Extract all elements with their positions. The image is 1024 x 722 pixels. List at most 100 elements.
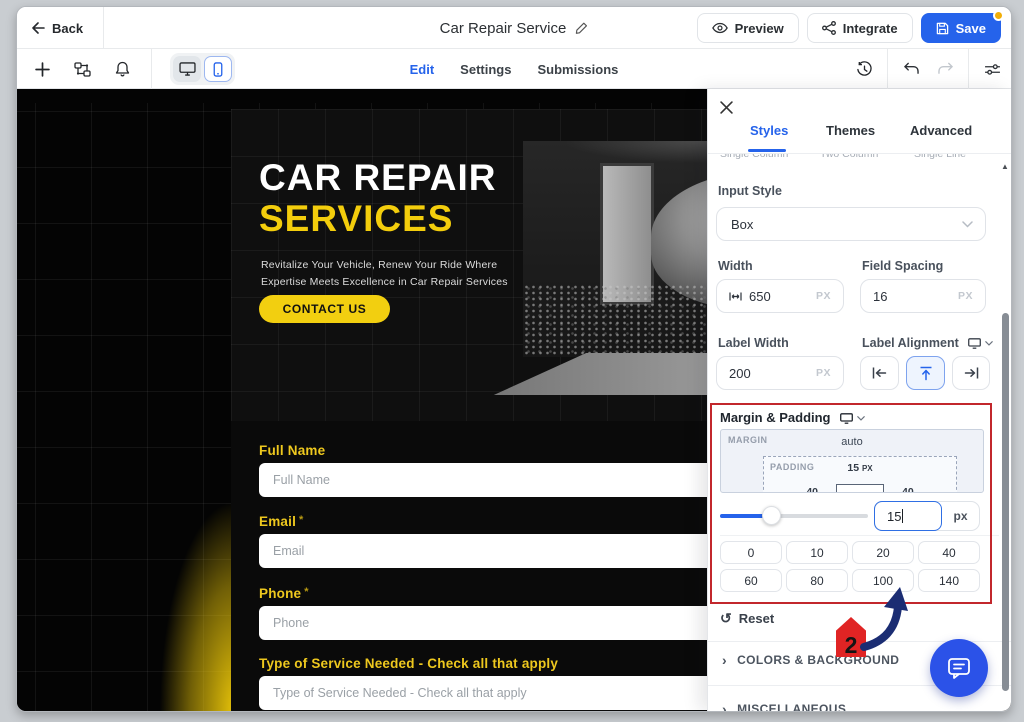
slider-thumb[interactable] bbox=[762, 506, 781, 525]
panel-scrollbar-thumb[interactable] bbox=[1002, 313, 1009, 691]
width-input[interactable]: 650 PX bbox=[716, 279, 844, 313]
preset-60-button[interactable]: 60 bbox=[720, 569, 782, 592]
tab-submissions[interactable]: Submissions bbox=[537, 62, 618, 77]
field-spacing-label: Field Spacing bbox=[862, 259, 943, 273]
project-title-text: Car Repair Service bbox=[440, 20, 567, 37]
preview-button[interactable]: Preview bbox=[697, 13, 799, 43]
logic-flow-button[interactable] bbox=[71, 58, 93, 80]
device-preview-toggle bbox=[170, 53, 235, 85]
chat-support-button[interactable] bbox=[930, 639, 988, 697]
undo-button[interactable] bbox=[900, 58, 922, 80]
miscellaneous-section[interactable]: › MISCELLANEOUS bbox=[722, 701, 846, 712]
tab-edit[interactable]: Edit bbox=[410, 62, 435, 77]
layout-option[interactable]: Single Column bbox=[720, 154, 788, 160]
back-label: Back bbox=[52, 21, 83, 36]
save-floppy-icon bbox=[936, 22, 949, 35]
chevron-right-icon: › bbox=[722, 652, 727, 668]
reset-button[interactable]: ↺ Reset bbox=[720, 610, 774, 627]
colors-background-section[interactable]: › COLORS & BACKGROUND bbox=[722, 652, 899, 668]
back-button[interactable]: Back bbox=[31, 16, 83, 40]
label-width-value: 200 bbox=[729, 366, 751, 381]
margin-top-value[interactable]: auto bbox=[721, 436, 983, 448]
margin-padding-diagram[interactable]: MARGIN auto PADDING 15 PX 40 40 bbox=[720, 429, 984, 493]
toolbar-left-group bbox=[31, 49, 235, 89]
panel-divider bbox=[720, 535, 999, 536]
align-left-button[interactable] bbox=[860, 356, 899, 390]
clipped-layout-options: Single Column Two Column Single Line bbox=[708, 154, 1001, 167]
layout-option[interactable]: Two Column bbox=[820, 154, 878, 160]
add-element-button[interactable] bbox=[31, 58, 53, 80]
required-mark: * bbox=[304, 586, 308, 598]
scroll-up-arrow[interactable]: ▲ bbox=[1001, 163, 1009, 171]
version-history-button[interactable] bbox=[853, 58, 875, 80]
unsaved-changes-dot bbox=[993, 10, 1004, 21]
preset-20-button[interactable]: 20 bbox=[852, 541, 914, 564]
save-button[interactable]: Save bbox=[921, 13, 1001, 43]
editor-main-area: CAR REPAIR SERVICES Revitalize Your Vehi… bbox=[17, 89, 1011, 711]
required-mark: * bbox=[299, 514, 303, 526]
reset-icon: ↺ bbox=[720, 610, 732, 627]
layout-option[interactable]: Single Line bbox=[914, 154, 966, 160]
monitor-mini-icon bbox=[840, 413, 853, 424]
input-placeholder: Email bbox=[273, 544, 304, 558]
input-style-select[interactable]: Box bbox=[716, 207, 986, 241]
redo-button[interactable] bbox=[934, 58, 956, 80]
hero-title-line2: SERVICES bbox=[259, 198, 497, 239]
label-width-input[interactable]: 200 PX bbox=[716, 356, 844, 390]
save-label: Save bbox=[956, 21, 986, 36]
padding-box: PADDING 15 PX 40 40 bbox=[763, 456, 957, 493]
colors-background-label: COLORS & BACKGROUND bbox=[737, 653, 899, 667]
padding-unit-label: px bbox=[942, 509, 979, 523]
input-placeholder: Type of Service Needed - Check all that … bbox=[273, 686, 527, 700]
width-unit: PX bbox=[816, 290, 831, 302]
padding-left-value[interactable]: 40 bbox=[806, 486, 818, 494]
padding-slider[interactable] bbox=[720, 514, 868, 518]
align-left-icon bbox=[872, 367, 887, 379]
close-panel-button[interactable] bbox=[716, 97, 736, 117]
panel-tab-themes[interactable]: Themes bbox=[826, 123, 875, 138]
padding-right-value[interactable]: 40 bbox=[902, 486, 914, 494]
padding-top-number: 15 bbox=[847, 462, 859, 474]
text-caret bbox=[902, 509, 903, 523]
preset-10-button[interactable]: 10 bbox=[786, 541, 848, 564]
field-spacing-input[interactable]: 16 PX bbox=[860, 279, 986, 313]
input-placeholder: Phone bbox=[273, 616, 309, 630]
app-window: Back Car Repair Service Preview Integrat… bbox=[16, 6, 1012, 712]
integrate-button[interactable]: Integrate bbox=[807, 13, 913, 43]
styles-panel: Styles Themes Advanced Single Column Two… bbox=[707, 89, 1011, 711]
toolbar-right-group bbox=[853, 49, 1003, 89]
preset-40-button[interactable]: 40 bbox=[918, 541, 980, 564]
element-box bbox=[836, 484, 884, 493]
chevron-down-icon[interactable] bbox=[857, 416, 865, 421]
field-label: Full Name bbox=[259, 443, 325, 458]
mobile-view-toggle[interactable] bbox=[204, 56, 232, 82]
curved-arrow-annotation bbox=[854, 585, 910, 651]
panel-tab-advanced[interactable]: Advanced bbox=[910, 123, 972, 138]
history-clock-icon bbox=[856, 61, 873, 78]
padding-top-unit: PX bbox=[862, 464, 873, 473]
preset-0-button[interactable]: 0 bbox=[720, 541, 782, 564]
panel-tab-styles[interactable]: Styles bbox=[750, 123, 788, 138]
input-placeholder: Full Name bbox=[273, 473, 330, 487]
padding-middle-row: 40 40 bbox=[764, 484, 956, 493]
desktop-view-toggle[interactable] bbox=[173, 56, 201, 82]
chevron-down-icon[interactable] bbox=[985, 341, 993, 346]
padding-value-text: 15 bbox=[887, 509, 901, 524]
notifications-button[interactable] bbox=[111, 58, 133, 80]
edit-pencil-icon[interactable] bbox=[574, 21, 588, 35]
padding-top-value[interactable]: 15 PX bbox=[764, 462, 956, 474]
desktop-icon bbox=[179, 62, 196, 76]
label-width-unit: PX bbox=[816, 367, 831, 379]
eye-icon bbox=[712, 22, 728, 34]
preset-140-button[interactable]: 140 bbox=[918, 569, 980, 592]
padding-value-input[interactable]: 15 bbox=[874, 501, 942, 531]
align-top-icon bbox=[920, 366, 932, 381]
align-right-button[interactable] bbox=[952, 356, 990, 390]
preferences-button[interactable] bbox=[981, 58, 1003, 80]
align-top-button[interactable] bbox=[906, 356, 945, 390]
margin-padding-header[interactable]: Margin & Padding bbox=[720, 410, 865, 425]
contact-us-button[interactable]: CONTACT US bbox=[259, 295, 390, 323]
preset-80-button[interactable]: 80 bbox=[786, 569, 848, 592]
undo-icon bbox=[903, 62, 920, 76]
tab-settings[interactable]: Settings bbox=[460, 62, 511, 77]
